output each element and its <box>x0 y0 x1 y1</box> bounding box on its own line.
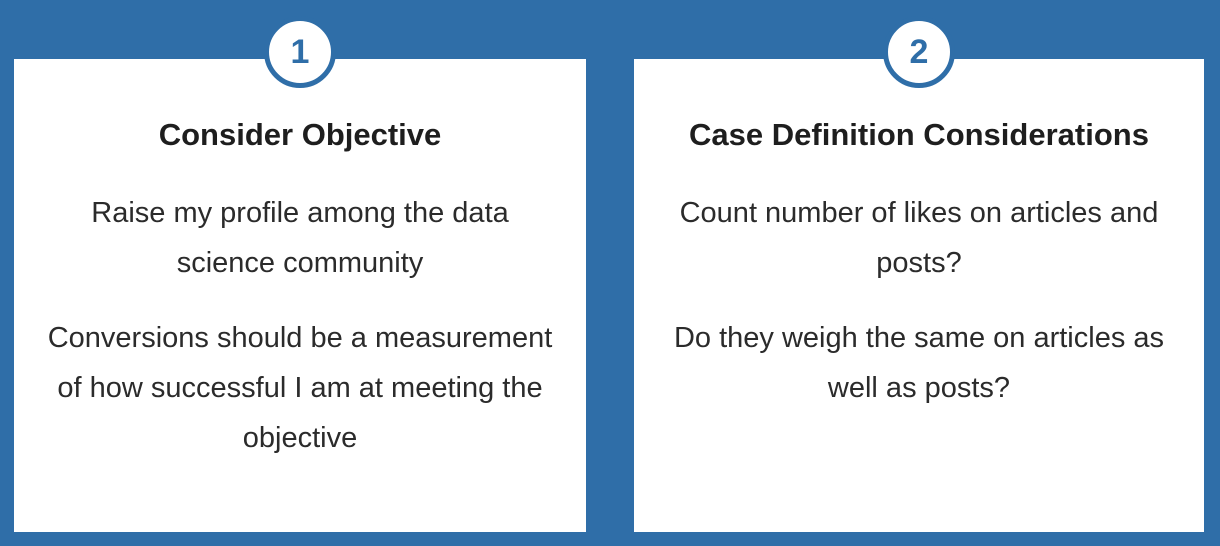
card-paragraph: Raise my profile among the data science … <box>91 197 509 279</box>
card-title: Consider Objective <box>158 117 442 152</box>
card-consider-objective: 1 Consider Objective Raise my profile am… <box>14 16 586 532</box>
step-number-badge: 2 <box>883 16 955 88</box>
card-paragraph: Conversions should be a measurement of h… <box>47 322 553 454</box>
card-paragraph: Do they weigh the same on articles as we… <box>673 322 1165 404</box>
step-number-badge: 1 <box>264 16 336 88</box>
card-case-definition-considerations: 2 Case Definition Considerations Count n… <box>634 16 1204 532</box>
card-paragraph: Count number of likes on articles and po… <box>679 197 1159 279</box>
card-title: Case Definition Considerations <box>689 117 1149 152</box>
